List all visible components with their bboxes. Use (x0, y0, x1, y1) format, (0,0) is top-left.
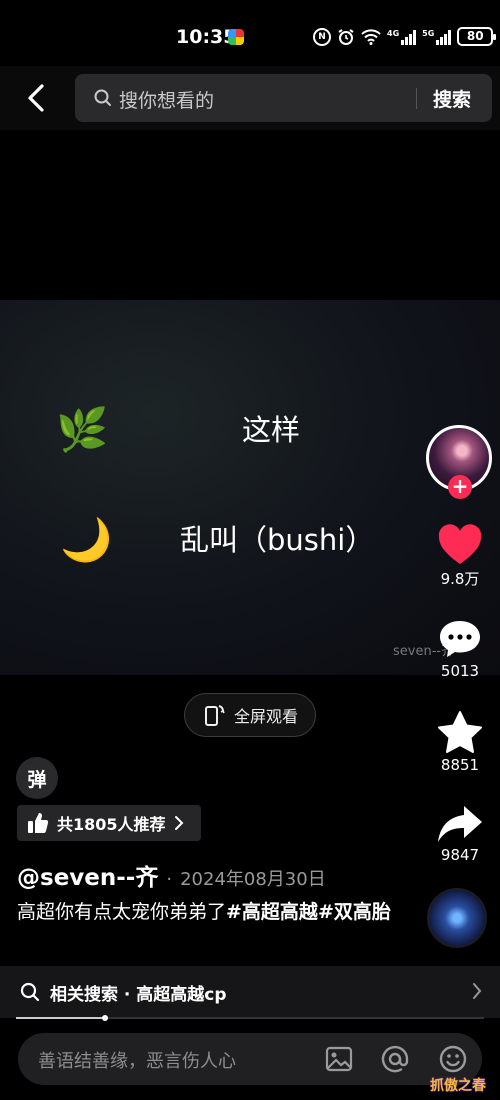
app-notification-icon (228, 29, 244, 45)
video-progress-bar[interactable] (16, 1015, 484, 1021)
lyric-text: 这样 (242, 413, 301, 447)
hashtag-link[interactable]: #高超高越 (226, 901, 318, 923)
share-icon (438, 806, 482, 842)
comment-placeholder: 善语结善缘，恶言伤人心 (38, 1051, 236, 1072)
share-button[interactable]: 9847 (422, 804, 498, 864)
progress-fill (16, 1017, 105, 1019)
alarm-icon (337, 28, 355, 46)
follow-button[interactable]: + (448, 475, 472, 499)
comment-count: 5013 (440, 662, 480, 680)
related-search-bar[interactable]: 相关搜索 · 高超高越cp (0, 966, 500, 1018)
author-name[interactable]: @seven--齐 (17, 858, 158, 892)
video-caption: 高超你有点太宠你弟弟了#高超高越#双高胎 (17, 898, 397, 926)
comment-button[interactable]: 5013 (422, 618, 498, 680)
comment-icon (440, 621, 480, 657)
back-button[interactable] (18, 78, 54, 118)
emoji-icon[interactable] (438, 1044, 468, 1074)
nfc-icon: N (313, 27, 331, 46)
corner-watermark-logo: 抓傲之春 (430, 1078, 486, 1094)
search-divider (416, 88, 417, 109)
search-icon (20, 982, 40, 1002)
video-player[interactable]: 🌿 这样 🌙 乱叫（bushi） seven--齐 (0, 130, 500, 675)
comment-input[interactable]: 善语结善缘，恶言伤人心 (18, 1033, 482, 1085)
fullscreen-button[interactable]: 全屏观看 (184, 693, 316, 737)
favorite-button[interactable]: 8851 (422, 710, 498, 774)
lyric-line: 🌿 这样 (0, 405, 500, 455)
share-count: 9847 (440, 846, 480, 864)
recommend-label: 共1805人推荐 (57, 815, 166, 834)
thumbs-up-icon (28, 813, 49, 833)
wifi-icon (361, 28, 381, 45)
image-icon[interactable] (324, 1044, 354, 1074)
favorite-count: 8851 (440, 756, 480, 774)
danmu-toggle-button[interactable]: 弹 (16, 757, 58, 799)
caption-text: 高超你有点太宠你弟弟了 (17, 901, 227, 923)
chevron-right-icon (174, 816, 183, 830)
music-disc[interactable] (427, 888, 487, 948)
battery-icon: 80 (457, 27, 497, 46)
like-count: 9.8万 (440, 570, 480, 588)
date-separator: · (166, 869, 173, 890)
heart-icon (438, 524, 482, 564)
search-placeholder: 搜你想看的 (119, 90, 215, 112)
search-icon (94, 89, 111, 106)
top-search-bar: 搜你想看的 搜索 (0, 66, 500, 130)
chevron-left-icon (28, 84, 44, 112)
recommend-badge[interactable]: 共1805人推荐 (17, 805, 201, 841)
related-search-label: 相关搜索 · 高超高越cp (50, 984, 227, 1005)
rotate-screen-icon (204, 705, 225, 726)
post-date: 2024年08月30日 (180, 869, 326, 890)
signal-icon (436, 29, 452, 45)
network-label-5g: 5G (422, 29, 435, 38)
author-line: @seven--齐 · 2024年08月30日 (17, 858, 326, 892)
like-button[interactable]: 9.8万 (422, 524, 498, 589)
progress-handle[interactable] (101, 1015, 108, 1021)
search-input[interactable]: 搜你想看的 搜索 (75, 74, 492, 122)
lyric-text: 乱叫（bushi） (180, 523, 375, 557)
chevron-right-icon (473, 983, 482, 999)
hashtag-link[interactable]: #双高胎 (318, 901, 391, 923)
signal-icon (401, 29, 417, 45)
danmu-label: 弹 (27, 768, 47, 791)
search-button[interactable]: 搜索 (433, 85, 471, 112)
leaf-emoji: 🌿 (56, 405, 109, 454)
moon-emoji: 🌙 (60, 515, 113, 564)
status-icons: N 4G 5G 80 (313, 27, 497, 46)
network-label-4g: 4G (387, 29, 400, 38)
at-mention-icon[interactable] (380, 1044, 410, 1074)
fullscreen-label: 全屏观看 (233, 707, 298, 726)
star-icon (438, 711, 482, 753)
status-bar: 10:35 N 4G 5G 80 (0, 0, 500, 66)
